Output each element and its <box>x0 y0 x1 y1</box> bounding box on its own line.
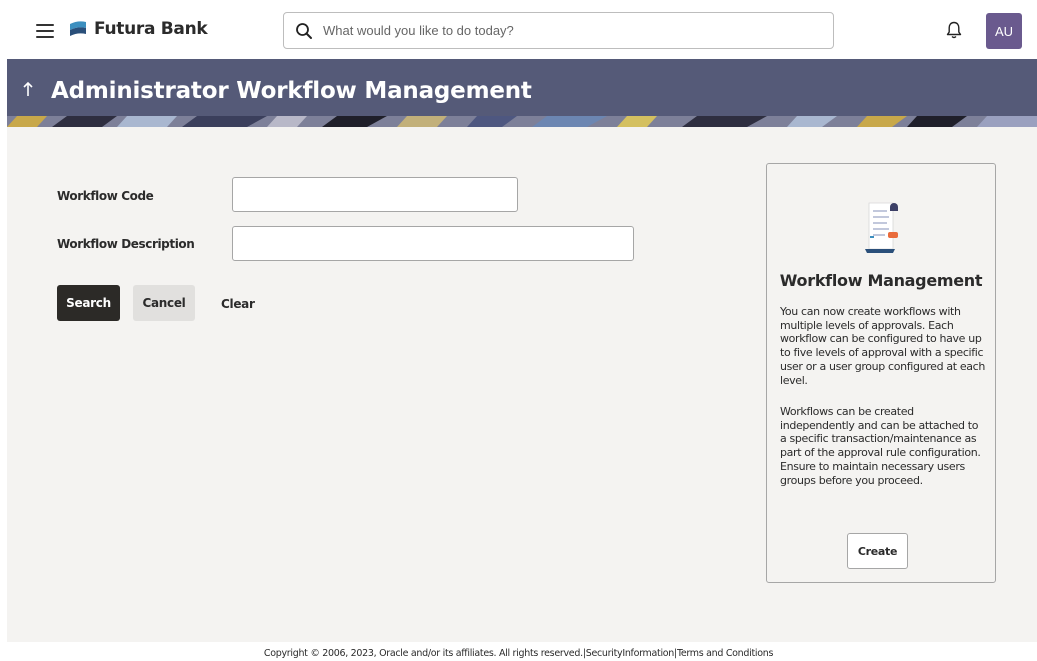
global-search[interactable] <box>283 12 834 49</box>
search-icon <box>296 22 312 39</box>
bell-icon[interactable] <box>946 21 962 39</box>
top-bar: Futura Bank AU <box>0 0 1037 60</box>
info-card-paragraph: Workflows can be created independently a… <box>780 405 981 487</box>
create-button[interactable]: Create <box>847 533 908 569</box>
workflow-description-field[interactable] <box>232 226 634 261</box>
workflow-description-input[interactable] <box>233 227 633 260</box>
workflow-code-label: Workflow Code <box>57 189 154 203</box>
info-card-title: Workflow Management <box>779 271 983 290</box>
user-avatar[interactable]: AU <box>986 13 1022 49</box>
copyright-text: Copyright © 2006, 2023, Oracle and/or it… <box>263 648 583 659</box>
page-title: Administrator Workflow Management <box>51 78 532 104</box>
decorative-pattern <box>7 116 1037 127</box>
arrow-up-icon[interactable] <box>21 80 35 98</box>
search-input[interactable] <box>323 23 803 38</box>
bank-logo-icon <box>70 21 86 36</box>
brand-name[interactable]: Futura Bank <box>94 19 208 39</box>
workflow-code-input[interactable] <box>233 178 517 211</box>
workflow-code-field[interactable] <box>232 177 518 212</box>
security-information-link[interactable]: SecurityInformation <box>586 648 675 659</box>
document-list-icon <box>865 202 898 253</box>
workflow-description-label: Workflow Description <box>57 237 195 251</box>
clear-button[interactable]: Clear <box>221 297 255 311</box>
footer: Copyright © 2006, 2023, Oracle and/or it… <box>0 642 1037 661</box>
info-card: Workflow Management You can now create w… <box>766 163 996 583</box>
search-button[interactable]: Search <box>57 285 120 321</box>
hamburger-icon[interactable] <box>36 24 54 38</box>
cancel-button[interactable]: Cancel <box>133 285 195 321</box>
page-header-banner: Administrator Workflow Management <box>7 59 1037 127</box>
terms-and-conditions-link[interactable]: Terms and Conditions <box>677 648 773 659</box>
info-card-paragraph: You can now create workflows with multip… <box>780 305 985 387</box>
